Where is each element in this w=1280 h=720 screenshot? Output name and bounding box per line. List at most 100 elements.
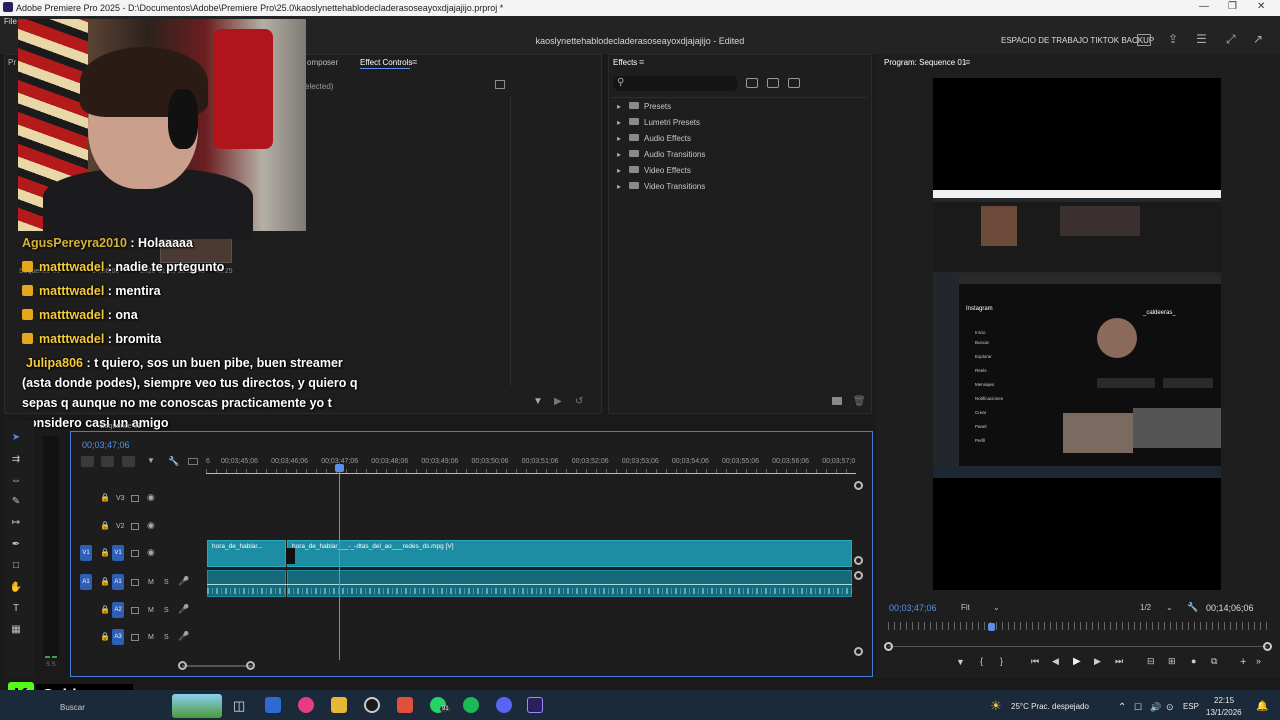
mute-button[interactable]: M xyxy=(148,579,154,586)
add-button-icon[interactable]: + xyxy=(1240,656,1246,668)
mic-icon[interactable]: 🎤 xyxy=(178,576,189,587)
extract-icon[interactable]: ⊞ xyxy=(1168,656,1176,667)
maximize-icon[interactable]: ❐ xyxy=(1228,1,1237,12)
share-icon[interactable]: ⇪ xyxy=(1168,32,1178,46)
yuv-effects-icon[interactable] xyxy=(788,78,800,88)
hand-tool-icon[interactable]: ✋ xyxy=(9,582,23,594)
source-patch-a1[interactable]: A1 xyxy=(80,574,92,590)
eye-icon[interactable]: ◉ xyxy=(147,547,155,558)
track-target-v1[interactable]: V1 xyxy=(112,545,124,561)
sync-lock-icon[interactable] xyxy=(131,579,139,586)
wrench-icon[interactable]: 🔧 xyxy=(1187,602,1198,613)
effects-folder-video-effects[interactable]: ▸ Video Effects xyxy=(617,166,691,175)
mic-icon[interactable]: 🎤 xyxy=(178,631,189,642)
effects-folder-lumetri[interactable]: ▸ Lumetri Presets xyxy=(617,118,700,127)
menu-file[interactable]: File xyxy=(4,17,17,26)
lift-icon[interactable]: ⊟ xyxy=(1147,656,1155,667)
track-target-a2[interactable]: A2 xyxy=(112,602,124,618)
tab-effect-controls[interactable]: Effect Controls xyxy=(360,58,412,67)
filter-icon[interactable]: ▼ xyxy=(533,396,543,407)
task-view-icon[interactable]: ◫ xyxy=(233,698,245,714)
toggle-timeline-icon[interactable] xyxy=(495,80,505,89)
scroll-handle[interactable] xyxy=(854,481,863,490)
app-icon-pink[interactable] xyxy=(298,697,314,713)
lock-icon[interactable]: 🔒 xyxy=(100,605,110,614)
program-menu-icon[interactable]: ≡ xyxy=(965,57,970,67)
expand-icon[interactable]: ↗ xyxy=(1253,32,1263,46)
spotify-icon[interactable] xyxy=(463,697,479,713)
zoom-handle-left[interactable] xyxy=(178,661,187,670)
panel-layout-icon[interactable] xyxy=(1137,34,1151,46)
zoom-fit-dropdown[interactable]: Fit xyxy=(961,603,970,612)
more-icon[interactable]: » xyxy=(1256,656,1261,666)
effects-search-input[interactable] xyxy=(613,76,738,91)
sync-lock-icon[interactable] xyxy=(131,523,139,530)
caption-tool-icon[interactable]: ▦ xyxy=(9,624,23,636)
play-only-audio-icon[interactable]: ▶ xyxy=(554,396,562,407)
discord-icon[interactable] xyxy=(496,697,512,713)
tab-effects[interactable]: Effects xyxy=(613,58,637,67)
rectangle-tool-icon[interactable]: □ xyxy=(9,560,23,572)
go-to-in-icon[interactable]: ⏮ xyxy=(1031,656,1039,667)
step-forward-icon[interactable]: ▶ xyxy=(1094,656,1101,667)
zoom-handle-right[interactable] xyxy=(246,661,255,670)
clock-time[interactable]: 22:15 xyxy=(1214,696,1234,705)
scroll-handle-left[interactable] xyxy=(884,642,893,651)
store-icon[interactable] xyxy=(265,697,281,713)
obs-icon[interactable] xyxy=(364,697,380,713)
workspace-label[interactable]: ESPACIO DE TRABAJO TIKTOK BACKUP xyxy=(1001,36,1154,45)
solo-button[interactable]: S xyxy=(164,579,169,586)
source-patch-v1[interactable]: V1 xyxy=(80,545,92,561)
timeline-timecode[interactable]: 00;03;47;06 xyxy=(82,440,130,450)
go-to-out-icon[interactable]: ⏭ xyxy=(1115,656,1123,667)
volume-icon[interactable]: 🔊 xyxy=(1150,702,1161,713)
horizontal-scrollbar[interactable] xyxy=(182,665,252,667)
mark-out-icon[interactable]: } xyxy=(1000,656,1003,666)
video-clip[interactable]: hora_de_hablar... xyxy=(207,540,286,567)
accelerated-effects-icon[interactable] xyxy=(746,78,758,88)
nest-toggle-icon[interactable] xyxy=(81,456,94,467)
weather-text[interactable]: 25°C Prac. despejado xyxy=(1011,702,1089,711)
playhead-handle[interactable] xyxy=(335,464,344,472)
network-icon[interactable]: ☐ xyxy=(1134,702,1142,713)
export-frame-icon[interactable]: ↺ xyxy=(575,396,583,407)
chevron-down-icon[interactable]: ⌄ xyxy=(993,603,1000,612)
panel-menu-icon[interactable]: ≡ xyxy=(412,57,417,67)
minimize-icon[interactable]: — xyxy=(1199,1,1209,12)
notification-icon[interactable]: 🔔 xyxy=(1256,701,1268,712)
scroll-handle-right[interactable] xyxy=(1263,642,1272,651)
mic-icon[interactable]: 🎤 xyxy=(178,604,189,615)
new-bin-icon[interactable] xyxy=(832,397,842,405)
lock-icon[interactable]: 🔒 xyxy=(100,632,110,641)
program-playhead[interactable] xyxy=(987,623,995,631)
lock-icon[interactable]: 🔒 xyxy=(100,521,110,530)
lock-icon[interactable]: 🔒 xyxy=(100,577,110,586)
pen-tool-icon[interactable]: ✒ xyxy=(9,539,23,551)
linked-selection-icon[interactable] xyxy=(122,456,135,467)
solo-button[interactable]: S xyxy=(164,607,169,614)
fullscreen-icon[interactable]: ⤢ xyxy=(1226,32,1236,47)
eye-icon[interactable]: ◉ xyxy=(147,492,155,503)
lock-icon[interactable]: 🔒 xyxy=(100,493,110,502)
sync-lock-icon[interactable] xyxy=(131,607,139,614)
effects-folder-video-transitions[interactable]: ▸ Video Transitions xyxy=(617,182,705,191)
tab-project[interactable]: Pr xyxy=(8,58,16,67)
program-timecode[interactable]: 00;03;47;06 xyxy=(889,603,937,613)
file-explorer-icon[interactable] xyxy=(331,697,347,713)
wrench-icon[interactable]: 🔧 xyxy=(168,456,179,467)
snap-icon[interactable] xyxy=(101,456,114,467)
compare-icon[interactable]: ⧉ xyxy=(1211,656,1217,667)
scroll-handle[interactable] xyxy=(854,556,863,565)
transition-marker[interactable] xyxy=(286,548,295,564)
brave-icon[interactable] xyxy=(397,697,413,713)
track-target-a1[interactable]: A1 xyxy=(112,574,124,590)
add-marker-icon[interactable]: ▼ xyxy=(147,456,155,465)
track-select-tool-icon[interactable]: ⇉ xyxy=(9,454,23,466)
chevron-up-icon[interactable]: ⌃ xyxy=(1118,702,1126,713)
sync-lock-icon[interactable] xyxy=(131,495,139,502)
tab-composer[interactable]: omposer xyxy=(307,58,338,67)
video-clip[interactable]: hora_de_hablar___-_-dtas_del_ao___redes_… xyxy=(287,540,852,567)
taskbar-search[interactable]: Buscar xyxy=(60,703,85,712)
premiere-taskbar-icon[interactable] xyxy=(527,697,543,713)
effects-folder-presets[interactable]: ▸ Presets xyxy=(617,102,671,111)
